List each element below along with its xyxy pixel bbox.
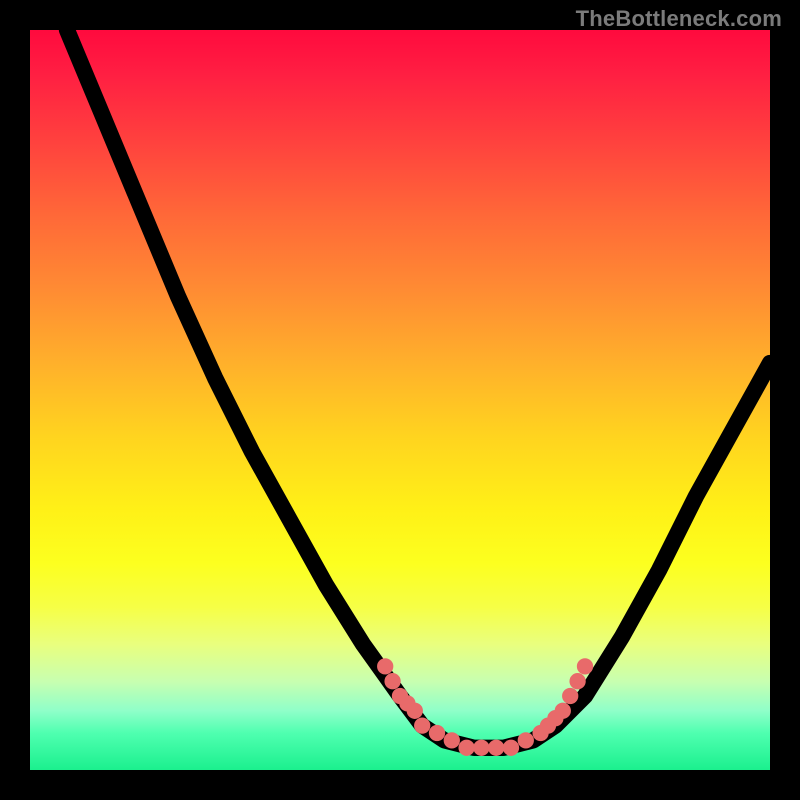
curve-marker: [458, 740, 474, 756]
curve-marker: [429, 725, 445, 741]
curve-marker: [562, 688, 578, 704]
plot-area: [30, 30, 770, 770]
curve-marker: [377, 658, 393, 674]
bottleneck-curve: [67, 30, 770, 748]
curve-marker: [569, 673, 585, 689]
chart-container: TheBottleneck.com: [0, 0, 800, 800]
curve-svg: [30, 30, 770, 770]
curve-markers: [377, 658, 593, 756]
curve-marker: [384, 673, 400, 689]
curve-marker: [488, 740, 504, 756]
curve-marker: [414, 717, 430, 733]
curve-marker: [577, 658, 593, 674]
curve-marker: [555, 703, 571, 719]
curve-marker: [473, 740, 489, 756]
watermark-text: TheBottleneck.com: [576, 6, 782, 32]
curve-marker: [518, 732, 534, 748]
curve-marker: [407, 703, 423, 719]
curve-marker: [444, 732, 460, 748]
curve-marker: [503, 740, 519, 756]
